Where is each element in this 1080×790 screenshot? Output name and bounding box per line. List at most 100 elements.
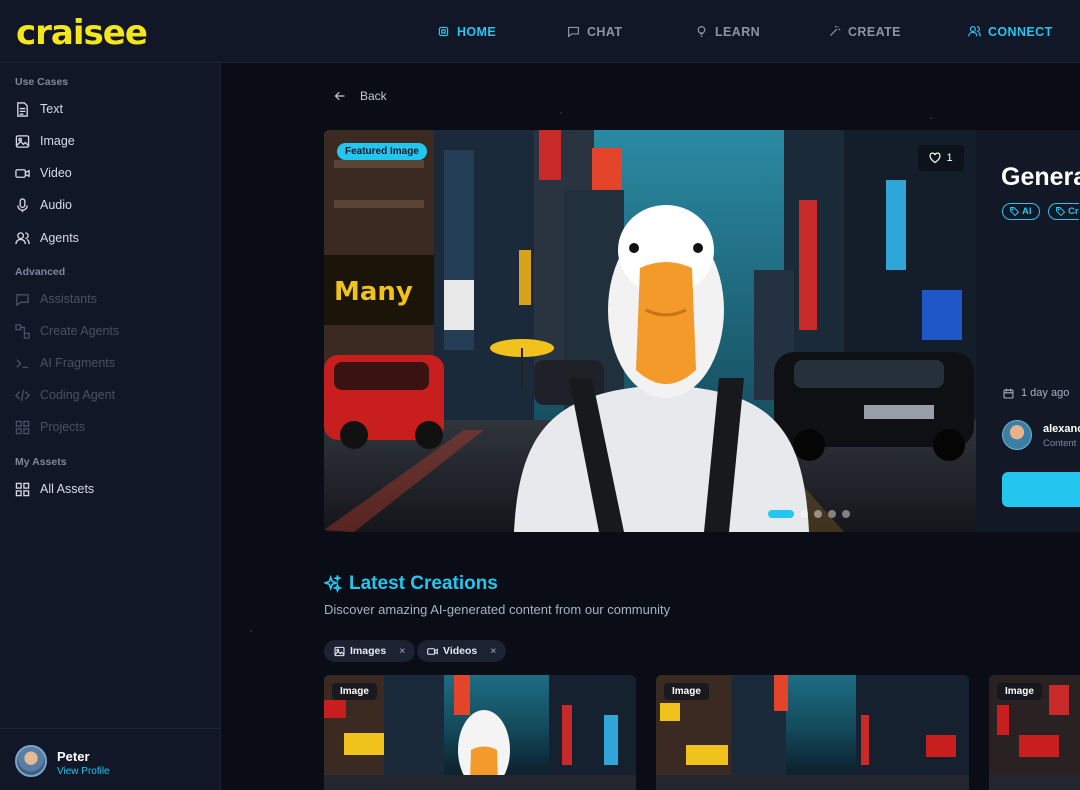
document-icon [17, 101, 28, 117]
chat-bubble-icon [568, 26, 579, 38]
top-navigation-bar: CRAISEE HOME CHAT LEARN CREATE CONNECT [0, 0, 1080, 63]
nav-connect-label: CONNECT [988, 24, 1053, 39]
sidebar-item-label: All Assets [40, 482, 95, 496]
creation-card[interactable]: Image [656, 675, 969, 790]
like-button[interactable]: 1 [918, 145, 964, 171]
sidebar-item-video[interactable]: Video [15, 162, 72, 184]
sidebar-item-image[interactable]: Image [15, 130, 75, 152]
tag-icon [1056, 207, 1065, 216]
author-name[interactable]: alexanc [1043, 423, 1080, 435]
microphone-icon [17, 197, 28, 212]
card-type-badge: Image [664, 683, 709, 700]
remove-filter-button[interactable]: × [490, 645, 496, 657]
creation-card[interactable]: Image [989, 675, 1080, 790]
nav-chat[interactable]: CHAT [567, 0, 622, 63]
lightbulb-icon [697, 26, 706, 37]
decorative-speck [250, 630, 252, 632]
nav-learn[interactable]: LEARN [695, 0, 760, 63]
sidebar-item-coding-agent: Coding Agent [15, 384, 115, 406]
primary-action-button[interactable] [1002, 472, 1080, 507]
carousel-dot[interactable] [828, 510, 836, 518]
arrow-left-icon [334, 91, 345, 101]
nav-create[interactable]: CREATE [828, 0, 901, 63]
featured-badge: Featured Image [337, 143, 427, 160]
author-role: Content [1043, 438, 1077, 449]
author-avatar[interactable] [1002, 420, 1032, 450]
chat-bubble-icon [16, 293, 29, 306]
terminal-icon [16, 358, 29, 368]
filter-chip-videos[interactable]: Videos × [417, 640, 507, 662]
nav-home[interactable]: HOME [437, 0, 496, 63]
filter-chip-images[interactable]: Images × [324, 640, 416, 662]
decorative-speck [930, 117, 932, 119]
carousel-dot[interactable] [842, 510, 850, 518]
carousel-dot[interactable] [800, 510, 808, 518]
image-icon [15, 134, 30, 148]
image-icon [334, 646, 345, 656]
sidebar-item-agents[interactable]: Agents [15, 227, 79, 249]
grid-icon [15, 420, 30, 434]
back-label: Back [360, 89, 387, 103]
back-button[interactable]: Back [334, 89, 387, 103]
sidebar-item-audio[interactable]: Audio [15, 194, 72, 216]
nav-learn-label: LEARN [715, 24, 761, 39]
section-label-my-assets: My Assets [15, 456, 67, 468]
time-ago: 1 day ago [1021, 387, 1070, 399]
remove-filter-button[interactable]: × [399, 645, 405, 657]
filter-label: Images [350, 645, 387, 657]
sidebar-item-all-assets[interactable]: All Assets [15, 478, 94, 500]
tag-chip[interactable]: AI [1002, 203, 1040, 220]
carousel-dot-active[interactable] [768, 510, 794, 518]
nav-create-label: CREATE [848, 24, 901, 39]
sidebar-item-label: Agents [40, 231, 79, 245]
tag-label: Cr [1068, 206, 1079, 217]
calendar-icon [1003, 388, 1014, 398]
sidebar-item-label: Assistants [40, 292, 97, 306]
video-camera-icon [427, 647, 438, 655]
carousel-dot[interactable] [814, 510, 822, 518]
decorative-speck [560, 112, 562, 114]
profile-section[interactable]: Peter View Profile [0, 728, 221, 790]
grid-icon [15, 482, 30, 496]
creation-card[interactable]: Image [324, 675, 636, 790]
section-subtitle: Discover amazing AI-generated content fr… [324, 602, 671, 617]
home-chip-icon [438, 26, 449, 37]
video-camera-icon [15, 168, 30, 178]
sidebar-item-label: AI Fragments [40, 356, 116, 370]
tag-label: AI [1022, 206, 1032, 217]
sparkles-icon [324, 575, 342, 593]
carousel-indicator [768, 510, 850, 518]
view-profile-link[interactable]: View Profile [57, 766, 110, 777]
card-type-badge: Image [332, 683, 377, 700]
nav-connect[interactable]: CONNECT [968, 0, 1053, 63]
card-type-badge: Image [997, 683, 1042, 700]
tag-chip[interactable]: Cr [1048, 203, 1079, 220]
avatar[interactable] [15, 745, 47, 777]
nav-chat-label: CHAT [587, 24, 623, 39]
sidebar-item-label: Create Agents [40, 324, 120, 338]
sidebar-item-label: Projects [40, 420, 86, 434]
section-label-use-cases: Use Cases [15, 76, 69, 88]
post-date: 1 day ago [1003, 387, 1069, 399]
sidebar-item-label: Video [40, 166, 72, 180]
heart-icon [929, 152, 941, 164]
brand-logo[interactable]: CRAISEE [16, 12, 148, 54]
section-title: Latest Creations [349, 573, 498, 594]
sidebar-item-label: Image [40, 134, 75, 148]
code-icon [15, 389, 30, 401]
tag-icon [1010, 207, 1019, 216]
sidebar-item-projects: Projects [15, 416, 85, 438]
sidebar-item-ai-fragments: AI Fragments [15, 352, 115, 374]
sidebar-item-create-agents: Create Agents [15, 320, 119, 342]
featured-image[interactable]: Many [324, 130, 976, 532]
nodes-icon [15, 323, 30, 339]
sidebar-item-text[interactable]: Text [15, 98, 63, 120]
featured-title: Genera [1001, 163, 1080, 191]
like-count: 1 [946, 152, 953, 164]
nav-home-label: HOME [457, 24, 497, 39]
sidebar-item-label: Text [40, 102, 63, 116]
sidebar-item-assistants: Assistants [15, 288, 97, 310]
profile-name: Peter [57, 749, 90, 764]
sidebar-item-label: Coding Agent [40, 388, 116, 402]
users-icon [968, 26, 981, 37]
